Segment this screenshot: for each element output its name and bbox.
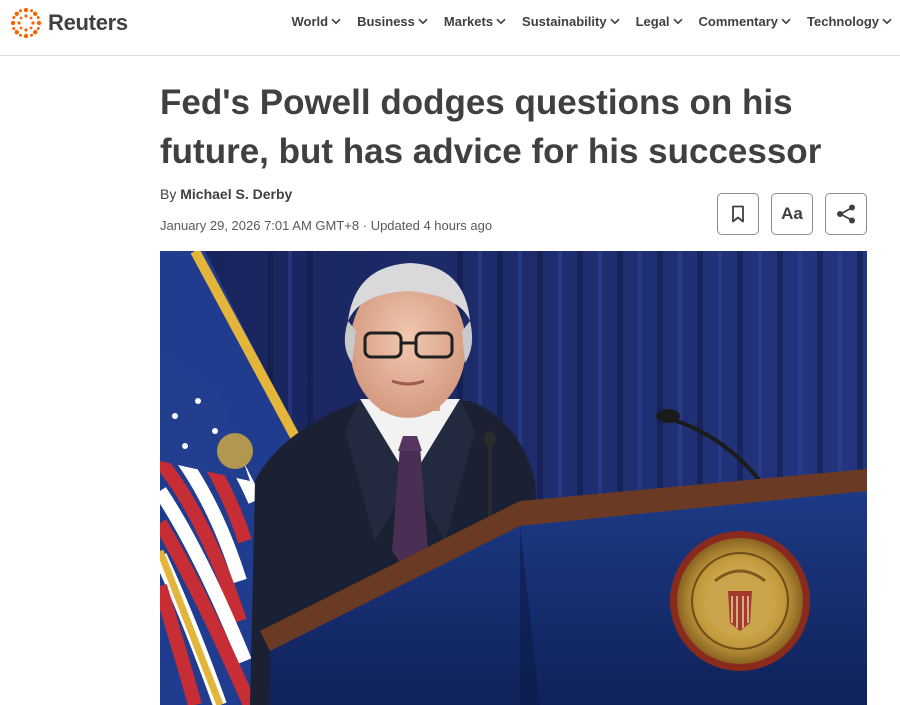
share-button[interactable] [825, 193, 867, 235]
chevron-down-icon [672, 18, 683, 25]
powell-at-podium-image [160, 251, 867, 705]
nav-business[interactable]: Business [357, 14, 428, 29]
text-size-button[interactable]: Aa [771, 193, 813, 235]
nav-world[interactable]: World [292, 14, 342, 29]
article-headline: Fed's Powell dodges questions on his fut… [160, 83, 822, 171]
byline: By Michael S. Derby [160, 186, 292, 202]
nav-markets[interactable]: Markets [444, 14, 506, 29]
logo-text: Reuters [48, 10, 128, 35]
bookmark-icon [732, 205, 744, 223]
chevron-down-icon [882, 18, 892, 25]
nav-sustainability[interactable]: Sustainability [522, 14, 620, 29]
nav-label: Technology [807, 14, 879, 29]
bookmark-button[interactable] [717, 193, 759, 235]
nav-label: Legal [635, 14, 670, 29]
site-header: Reuters World Business Markets Sustainab… [0, 0, 900, 56]
dateline: January 29, 2026 7:01 AM GMT+8 · Updated… [160, 218, 492, 233]
reuters-logo-icon [10, 7, 42, 39]
chevron-down-icon [418, 18, 428, 25]
nav-label: Markets [443, 14, 494, 29]
nav-legal[interactable]: Legal [636, 14, 683, 29]
chevron-down-icon [610, 18, 620, 25]
chevron-down-icon [331, 18, 341, 25]
author-link[interactable]: Michael S. Derby [180, 186, 292, 202]
nav-label: Sustainability [522, 14, 607, 29]
chevron-down-icon [496, 18, 506, 25]
updated-time: Updated 4 hours ago [370, 218, 493, 233]
nav-technology[interactable]: Technology [807, 14, 892, 29]
nav-label: World [291, 14, 329, 29]
article-tools: Aa [705, 193, 867, 235]
chevron-down-icon [781, 18, 791, 25]
reuters-logo[interactable]: Reuters [10, 6, 128, 40]
date-separator: · [362, 218, 368, 233]
share-icon [837, 204, 855, 224]
text-size-label: Aa [781, 204, 803, 223]
article-photo[interactable] [160, 251, 867, 705]
byline-prefix: By [160, 186, 177, 202]
published-date: January 29, 2026 7:01 AM GMT+8 [160, 218, 360, 233]
nav-commentary[interactable]: Commentary [699, 14, 791, 29]
nav-label: Business [357, 14, 415, 29]
main-nav: World Business Markets Sustainability Le… [276, 14, 893, 29]
nav-label: Commentary [698, 14, 779, 29]
